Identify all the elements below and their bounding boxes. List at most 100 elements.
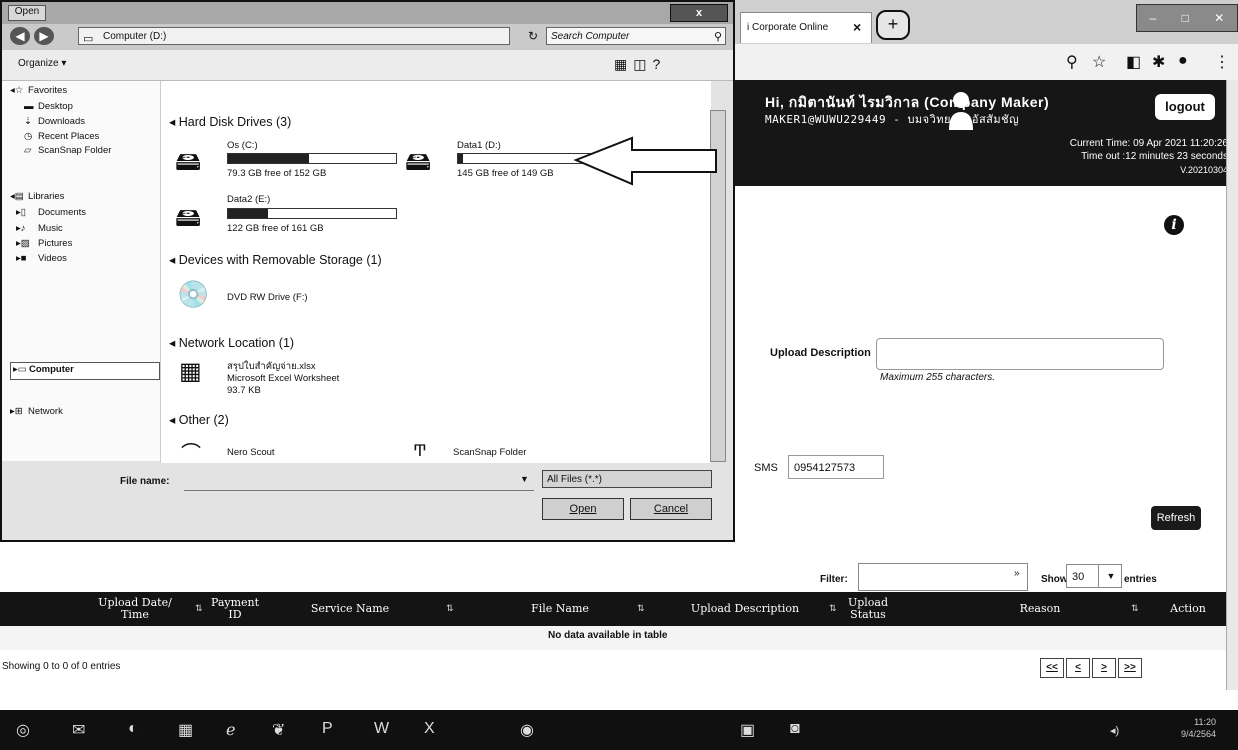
sms-input[interactable]: 0954127573 — [788, 455, 884, 479]
help-icon[interactable]: ? — [652, 56, 666, 72]
scansnap-folder-icon: Ͳ — [413, 443, 427, 460]
dvd-drive-name[interactable]: DVD RW Drive (F:) — [227, 292, 308, 303]
group-label: Devices with Removable Storage (1) — [178, 253, 382, 267]
breadcrumb[interactable]: ▭ Computer (D:) — [78, 27, 510, 45]
column-service-name[interactable]: Service Name — [300, 592, 400, 626]
refresh-icon[interactable]: ↻ — [528, 29, 538, 43]
chrome-icon[interactable]: ◉ — [520, 720, 534, 740]
chevron-down-icon[interactable]: ▼ — [1098, 564, 1123, 588]
upload-description-input[interactable] — [876, 338, 1164, 370]
drive-e-name[interactable]: Data2 (E:) — [227, 194, 270, 205]
paw-icon[interactable]: ❦ — [272, 720, 285, 740]
nav-downloads[interactable]: Downloads — [38, 116, 85, 127]
drive-d-name[interactable]: Data1 (D:) — [457, 140, 501, 151]
column-payment-id[interactable]: Payment ID — [205, 592, 265, 626]
column-upload-description[interactable]: Upload Description — [670, 592, 820, 626]
nav-videos[interactable]: Videos — [38, 253, 67, 264]
file-explorer-icon[interactable]: ▦ — [178, 720, 193, 740]
avatar — [947, 90, 975, 130]
open-button[interactable]: Open — [542, 498, 624, 520]
tab-close-icon[interactable]: × — [853, 19, 861, 35]
sort-icon[interactable]: ⇅ — [446, 603, 454, 614]
system-clock[interactable]: 11:20 9/4/2564 — [1181, 716, 1216, 740]
drive-c-name[interactable]: Os (C:) — [227, 140, 258, 151]
scansnap-folder-item[interactable]: ScanSnap Folder — [453, 447, 526, 458]
minimize-button[interactable]: – — [1150, 11, 1157, 25]
excel-file-icon: ▦ — [179, 358, 202, 385]
nero-scout-item[interactable]: Nero Scout — [227, 447, 275, 458]
word-icon[interactable]: W — [374, 720, 389, 738]
sort-icon[interactable]: ⇅ — [829, 603, 837, 614]
app-version: V.20210304 — [1180, 165, 1228, 175]
nav-pictures[interactable]: Pictures — [38, 238, 72, 249]
nav-network[interactable]: Network — [28, 406, 63, 417]
nav-libraries[interactable]: Libraries — [28, 191, 64, 202]
nav-computer[interactable]: ▸▭ Computer — [10, 362, 160, 380]
group-other[interactable]: ◂ Other (2) — [169, 412, 229, 427]
group-network-location[interactable]: ◂ Network Location (1) — [169, 335, 294, 350]
column-upload-date[interactable]: Upload Date/ Time — [90, 592, 180, 626]
line-chat-icon[interactable]: ◙ — [790, 720, 800, 738]
close-window-button[interactable]: ✕ — [1214, 11, 1224, 25]
first-page-button[interactable]: << — [1040, 658, 1064, 678]
previous-page-button[interactable]: < — [1066, 658, 1090, 678]
nero-scout-icon: ⌒ — [181, 443, 201, 465]
column-file-name[interactable]: File Name — [505, 592, 615, 626]
file-type-select[interactable]: All Files (*.*) — [542, 470, 712, 488]
logout-button[interactable]: logout — [1155, 94, 1215, 120]
maximize-button[interactable]: □ — [1182, 11, 1189, 25]
dvd-drive-icon: 💿 — [177, 279, 210, 309]
dialog-close-button[interactable]: x — [670, 4, 728, 22]
menu-icon[interactable]: ⋮ — [1214, 52, 1230, 72]
info-icon[interactable]: i — [1164, 215, 1184, 235]
folder-icon[interactable]: ▣ — [740, 720, 755, 740]
cancel-button[interactable]: Cancel — [630, 498, 712, 520]
group-removable-storage[interactable]: ◂ Devices with Removable Storage (1) — [169, 252, 382, 267]
upload-description-hint: Maximum 255 characters. — [880, 372, 996, 383]
view-icon[interactable]: ▦ — [614, 56, 633, 72]
puzzle-icon[interactable]: ✱ — [1152, 52, 1165, 72]
browser-icon[interactable]: ℯ — [226, 720, 235, 740]
refresh-button[interactable]: Refresh — [1151, 506, 1201, 530]
excel-icon[interactable]: X — [424, 720, 435, 738]
start-icon[interactable]: ◎ — [16, 720, 30, 740]
star-icon[interactable]: ☆ — [1092, 52, 1106, 72]
next-page-button[interactable]: > — [1092, 658, 1116, 678]
sort-icon[interactable]: ⇅ — [1131, 603, 1139, 614]
volume-icon[interactable]: ◂) — [1110, 724, 1119, 737]
filter-input[interactable] — [858, 563, 1028, 591]
profile-icon[interactable]: ● — [1178, 52, 1188, 70]
nav-music[interactable]: Music — [38, 223, 63, 234]
zoom-icon[interactable]: ⚲ — [1066, 52, 1078, 72]
media-icon[interactable]: ◐ — [128, 720, 138, 738]
nav-documents[interactable]: Documents — [38, 207, 86, 218]
search-icon[interactable]: ⚲ — [714, 28, 722, 46]
last-page-button[interactable]: >> — [1118, 658, 1142, 678]
new-tab-button[interactable]: + — [876, 10, 910, 40]
extension-icon[interactable]: ◧ — [1126, 52, 1141, 72]
search-input[interactable]: Search Computer ⚲ — [546, 27, 726, 45]
powerpoint-icon[interactable]: P — [322, 720, 333, 738]
network-file-name[interactable]: สรุปใบสำคัญจ่าย.xlsx — [227, 361, 316, 372]
column-reason[interactable]: Reason — [980, 592, 1100, 626]
sort-icon[interactable]: ⇅ — [637, 603, 645, 614]
browser-tab[interactable]: i Corporate Online × — [740, 12, 872, 43]
nav-recent-places[interactable]: Recent Places — [38, 131, 99, 142]
nav-scansnap-folder[interactable]: ScanSnap Folder — [38, 145, 111, 156]
hard-drive-icon: 🖴 — [405, 146, 432, 176]
back-icon[interactable]: ◀ — [10, 27, 30, 45]
nav-desktop[interactable]: Desktop — [38, 101, 73, 112]
organize-menu[interactable]: Organize ▾ — [18, 58, 66, 69]
column-upload-status[interactable]: Upload Status — [838, 592, 898, 626]
file-name-input[interactable] — [184, 470, 534, 491]
chevron-down-icon[interactable]: ▼ — [520, 474, 529, 484]
page-scrollbar[interactable] — [1226, 80, 1238, 690]
nav-favorites[interactable]: Favorites — [28, 85, 67, 96]
sort-icon[interactable]: ⇅ — [195, 603, 203, 614]
mail-icon[interactable]: ✉ — [72, 720, 85, 740]
column-action[interactable]: Action — [1158, 592, 1218, 626]
group-hard-disk-drives[interactable]: ◂ Hard Disk Drives (3) — [169, 114, 291, 129]
preview-pane-icon[interactable]: ◫ — [633, 56, 652, 72]
forward-icon[interactable]: ▶ — [34, 27, 54, 45]
filter-dropdown-icon[interactable]: » — [1014, 568, 1020, 579]
